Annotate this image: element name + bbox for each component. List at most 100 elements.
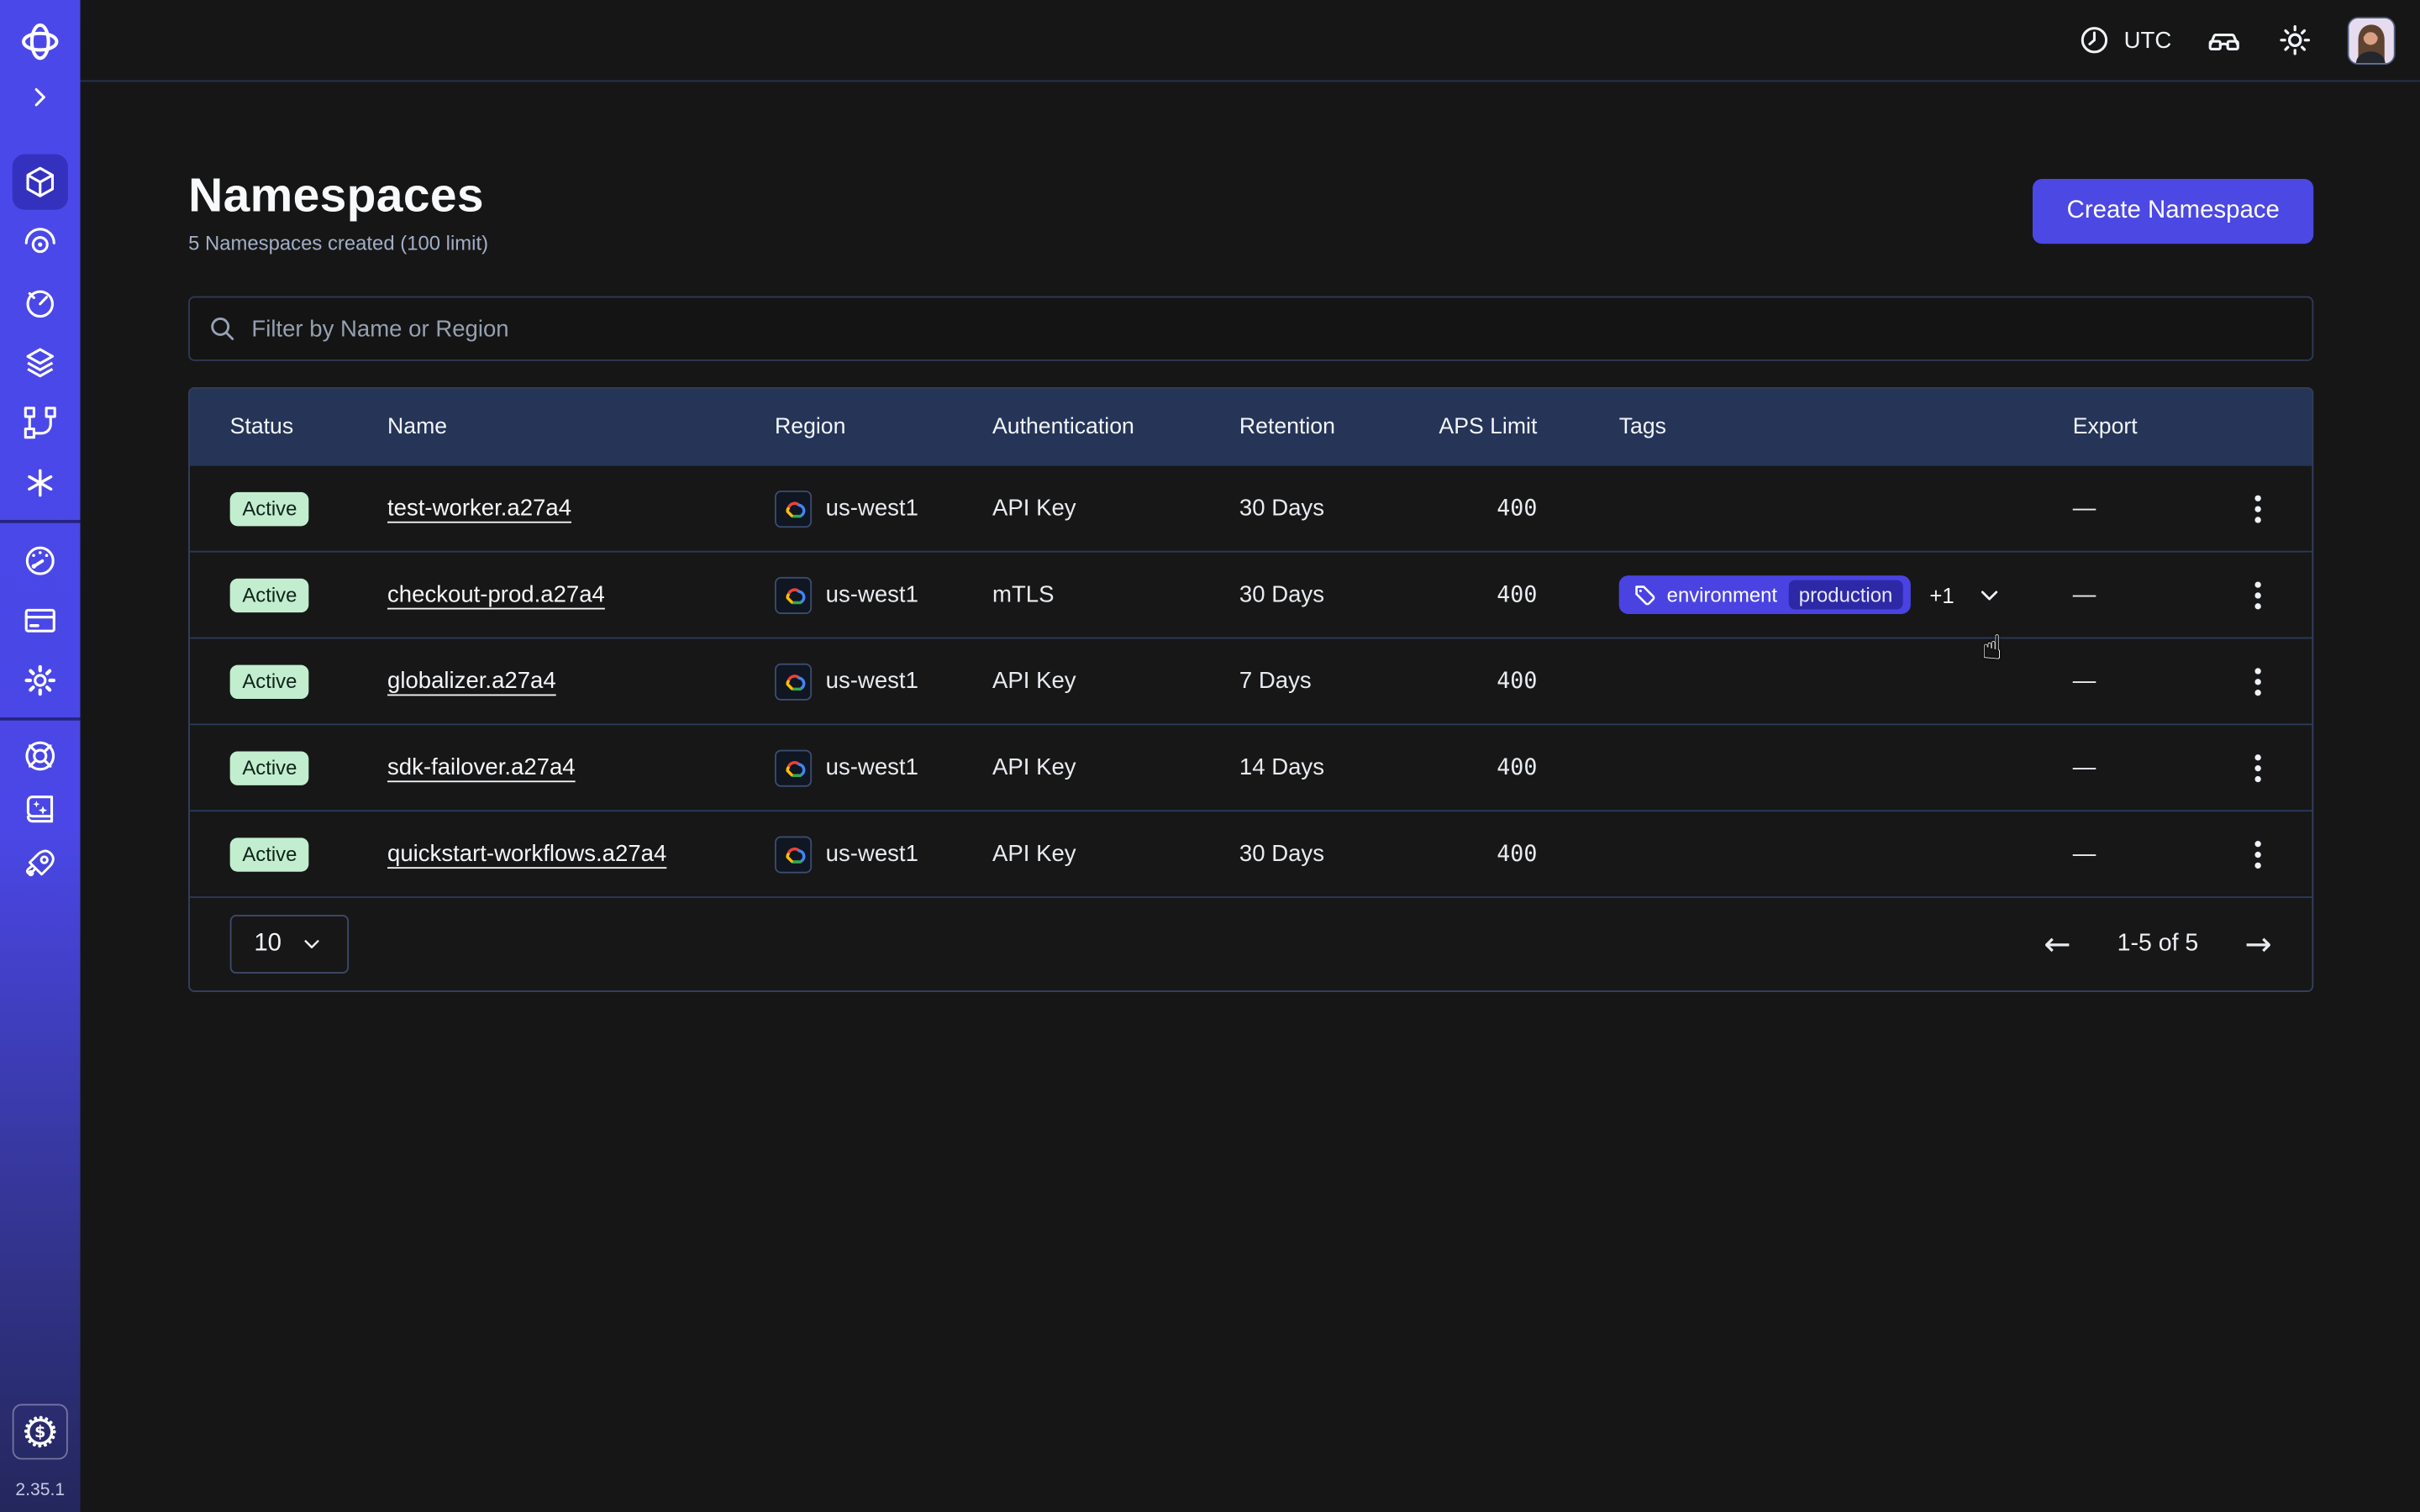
theme-toggle-button[interactable]	[2276, 22, 2313, 59]
sidebar-item-quickstart[interactable]	[14, 837, 66, 890]
sidebar-item-layers[interactable]	[13, 335, 68, 391]
cube-icon	[22, 164, 59, 201]
gauge-icon	[22, 542, 59, 579]
gear-icon	[22, 662, 59, 699]
namespace-link[interactable]: globalizer.a27a4	[387, 668, 556, 694]
table-header-row: Status Name Region Authentication Retent…	[190, 389, 2312, 466]
col-status: Status	[230, 415, 387, 439]
aps-limit-value: 400	[1431, 669, 1538, 693]
gcp-cloud-icon	[775, 663, 812, 700]
layers-icon	[22, 344, 59, 381]
namespace-link[interactable]: checkout-prod.a27a4	[387, 581, 605, 607]
timer-icon	[22, 284, 59, 321]
sidebar: $ 2.35.1	[0, 0, 81, 1512]
col-aps-limit: APS Limit	[1431, 415, 1538, 439]
svg-text:$: $	[34, 1422, 45, 1441]
table-row: Active checkout-prod.a27a4 us-west1 mTLS	[190, 553, 2312, 639]
cost-dollar-button[interactable]: $	[13, 1404, 68, 1459]
page-size-value: 10	[254, 931, 281, 958]
status-badge: Active	[230, 491, 309, 525]
page-subtitle: 5 Namespaces created (100 limit)	[188, 232, 488, 255]
temporal-logo-icon	[13, 14, 68, 70]
app-window: $ 2.35.1 UTC	[0, 0, 2420, 1512]
table-row: Active test-worker.a27a4 us-west1 API Ke…	[190, 466, 2312, 553]
gcp-cloud-icon	[775, 576, 812, 613]
sidebar-item-asterisk[interactable]	[13, 455, 68, 511]
branch-icon	[22, 404, 59, 441]
table-row: Active globalizer.a27a4 us-west1 API Key	[190, 638, 2312, 725]
main-content: Namespaces 5 Namespaces created (100 lim…	[81, 81, 2420, 1512]
namespace-link[interactable]: sdk-failover.a27a4	[387, 754, 576, 780]
search-icon	[207, 313, 238, 352]
accessibility-glasses-button[interactable]	[2206, 22, 2243, 59]
retention-value: 14 Days	[1239, 754, 1431, 780]
page-title: Namespaces	[188, 168, 488, 223]
timezone-label: UTC	[2124, 27, 2172, 53]
credit-card-icon	[22, 601, 59, 638]
timezone-selector[interactable]: UTC	[2078, 24, 2172, 57]
gcp-cloud-icon	[775, 490, 812, 527]
row-menu-kebab-icon[interactable]	[2245, 575, 2270, 615]
row-menu-kebab-icon[interactable]	[2245, 834, 2270, 874]
retention-value: 7 Days	[1239, 668, 1431, 694]
status-badge: Active	[230, 664, 309, 698]
sidebar-item-eye[interactable]	[13, 214, 68, 270]
auth-value: API Key	[992, 668, 1239, 694]
book-sparkle-icon	[22, 791, 59, 828]
sidebar-item-namespaces[interactable]	[13, 155, 68, 210]
sidebar-item-settings[interactable]	[13, 653, 68, 708]
next-page-button[interactable]: →	[2244, 928, 2271, 961]
sidebar-item-deployments[interactable]	[13, 395, 68, 450]
gcp-cloud-icon	[775, 836, 812, 873]
create-namespace-button[interactable]: Create Namespace	[2033, 179, 2313, 244]
region-label: us-west1	[826, 754, 918, 780]
row-menu-kebab-icon[interactable]	[2245, 488, 2270, 528]
tag-key: environment	[1667, 583, 1777, 606]
status-badge: Active	[230, 751, 309, 785]
rocket-icon	[22, 846, 59, 883]
region-label: us-west1	[826, 841, 918, 867]
auth-value: API Key	[992, 754, 1239, 780]
row-menu-kebab-icon[interactable]	[2245, 748, 2270, 788]
prev-page-button[interactable]: ←	[2044, 928, 2070, 961]
gcp-cloud-icon	[775, 749, 812, 786]
auth-value: mTLS	[992, 581, 1239, 607]
export-value: —	[2073, 841, 2096, 867]
dollar-seal-icon: $	[22, 1413, 59, 1450]
sidebar-item-schedules[interactable]	[13, 275, 68, 330]
col-retention: Retention	[1239, 415, 1431, 439]
col-export: Export	[2073, 415, 2276, 439]
sidebar-item-billing[interactable]	[13, 592, 68, 648]
auth-value: API Key	[992, 496, 1239, 522]
retention-value: 30 Days	[1239, 581, 1431, 607]
region-label: us-west1	[826, 496, 918, 522]
col-region: Region	[775, 415, 992, 439]
app-version: 2.35.1	[15, 1481, 65, 1499]
namespaces-table: Status Name Region Authentication Retent…	[188, 387, 2313, 992]
sidebar-collapse-chevron-icon[interactable]	[17, 74, 63, 120]
filter-input[interactable]	[188, 297, 2313, 361]
tags-expand-chevron-icon[interactable]	[1973, 578, 2007, 612]
col-name: Name	[387, 415, 775, 439]
eye-icon	[22, 223, 59, 260]
page-size-select[interactable]: 10	[230, 915, 349, 974]
region-label: us-west1	[826, 581, 918, 607]
sidebar-item-support[interactable]	[14, 730, 66, 782]
export-value: —	[2073, 496, 2096, 522]
col-auth: Authentication	[992, 415, 1239, 439]
namespace-link[interactable]: quickstart-workflows.a27a4	[387, 841, 666, 867]
auth-value: API Key	[992, 841, 1239, 867]
topbar: UTC	[81, 0, 2420, 81]
user-avatar[interactable]	[2348, 16, 2396, 64]
chevron-down-icon	[300, 932, 324, 956]
row-menu-kebab-icon[interactable]	[2245, 661, 2270, 701]
sidebar-item-usage-gauge[interactable]	[13, 533, 68, 588]
sidebar-item-docs[interactable]	[14, 784, 66, 836]
tag-pill[interactable]: environment production	[1619, 575, 1912, 614]
avatar-image-icon	[2349, 18, 2394, 62]
lifebuoy-icon	[22, 738, 59, 774]
export-value: —	[2073, 754, 2096, 780]
namespace-link[interactable]: test-worker.a27a4	[387, 496, 571, 522]
table-footer: 10 ← 1-5 of 5 →	[190, 898, 2312, 990]
sun-icon	[2276, 22, 2313, 59]
